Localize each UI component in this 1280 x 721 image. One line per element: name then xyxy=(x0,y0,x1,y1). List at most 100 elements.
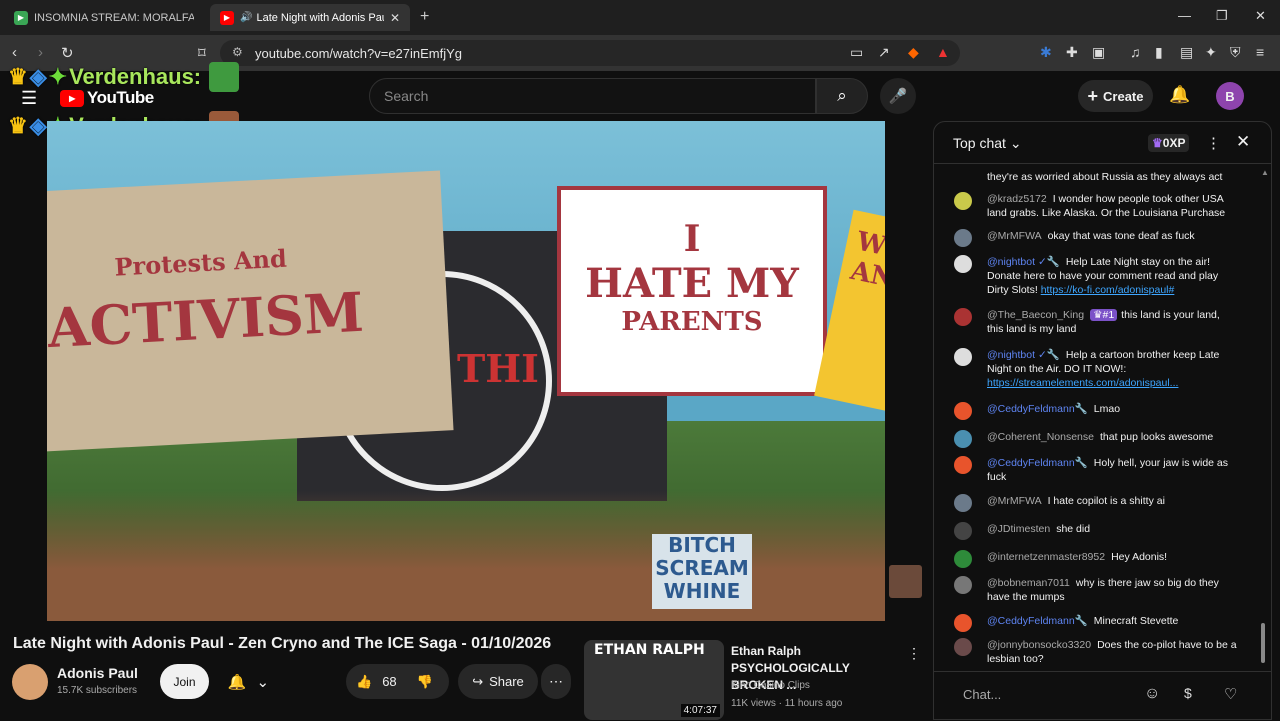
like-icon[interactable]: 👍 xyxy=(356,674,372,690)
extensions-icon[interactable]: ✚ xyxy=(1066,44,1078,61)
super-chat-icon[interactable]: $ xyxy=(1184,685,1192,701)
url-field[interactable]: ⚙ youtube.com/watch?v=e27inEmfjYg xyxy=(220,40,960,66)
search-button[interactable]: ⌕ xyxy=(816,78,868,114)
menu-icon[interactable]: ≡ xyxy=(1256,44,1264,60)
chat-author[interactable]: @JDtimesten xyxy=(987,523,1050,535)
xp-badge[interactable]: ♛0XP xyxy=(1148,134,1190,152)
chat-avatar[interactable] xyxy=(954,522,972,540)
speaker-icon: 🔊 xyxy=(240,12,253,23)
chat-link[interactable]: https://ko-fi.com/adonispaul# xyxy=(1041,284,1175,296)
create-button[interactable]: + Create xyxy=(1078,80,1153,112)
chat-message-text: @The_Baecon_King ♛#1 this land is your lan… xyxy=(987,308,1237,336)
chat-text: Hey Adonis! xyxy=(1111,551,1168,563)
new-tab-button[interactable]: + xyxy=(420,8,429,26)
pepe-emote-icon xyxy=(209,62,240,92)
close-chat-icon[interactable]: ✕ xyxy=(1236,132,1250,152)
chat-menu-icon[interactable]: ⋮ xyxy=(1206,134,1221,152)
account-avatar[interactable]: B xyxy=(1216,82,1244,110)
notifications-icon[interactable]: 🔔 xyxy=(1169,85,1190,105)
dislike-icon[interactable]: 👎 xyxy=(417,674,433,690)
wallet-icon[interactable]: ▤ xyxy=(1180,44,1193,61)
chat-avatar[interactable] xyxy=(954,550,972,568)
chat-author[interactable]: @CeddyFeldmann🔧 xyxy=(987,457,1088,469)
forward-icon[interactable]: › xyxy=(38,44,43,61)
chat-input[interactable]: Chat... xyxy=(963,687,1001,702)
screenshot-icon[interactable]: ▣ xyxy=(1092,44,1105,61)
chat-avatar[interactable] xyxy=(954,229,972,247)
browser-tab-insomnia[interactable]: ▶ INSOMNIA STREAM: MORALFAG ED xyxy=(4,4,204,31)
chat-author[interactable]: @nightbot ✓🔧 xyxy=(987,349,1060,361)
rewards-icon[interactable]: ▲ xyxy=(936,44,950,60)
chat-author[interactable]: @jonnybonsocko3320 xyxy=(987,639,1091,651)
media-icon[interactable]: ♫ xyxy=(1130,44,1141,60)
more-actions-button[interactable]: ⋯ xyxy=(541,664,571,699)
share-button[interactable]: ↪ Share xyxy=(458,664,538,699)
chat-avatar[interactable] xyxy=(954,192,972,210)
vpn-icon[interactable]: ⛨ xyxy=(1230,44,1241,61)
join-button[interactable]: Join xyxy=(160,664,209,699)
duration-badge: 4:07:37 xyxy=(680,704,720,717)
channel-avatar[interactable] xyxy=(12,664,48,700)
search-icon: ⌕ xyxy=(837,86,847,105)
chat-author[interactable]: @The_Baecon_King xyxy=(987,309,1084,321)
chat-header: Top chat ⌄ ♛0XP ⋮ ✕ xyxy=(934,122,1271,164)
browser-tab-youtube[interactable]: ▶ 🔊 Late Night with Adonis Paul - ✕ xyxy=(210,4,410,31)
scroll-thumb[interactable] xyxy=(1261,623,1265,663)
emoji-icon[interactable]: ☺ xyxy=(1144,685,1160,703)
chat-scrollbar[interactable]: ▲ xyxy=(1261,168,1269,668)
reload-icon[interactable]: ↻ xyxy=(61,44,74,62)
leo-icon[interactable]: ✦ xyxy=(1205,44,1217,61)
video-player[interactable]: THI Protests And ACTIVISM I HATE MY PARE… xyxy=(47,121,885,621)
subscription-bell-button[interactable]: 🔔 ⌄ xyxy=(220,664,277,699)
chat-author[interactable]: @CeddyFeldmann🔧 xyxy=(987,615,1088,627)
recommended-menu-icon[interactable]: ⋮ xyxy=(907,645,921,662)
chat-avatar[interactable] xyxy=(954,456,972,474)
chat-avatar[interactable] xyxy=(954,638,972,656)
chat-text: they're as worried about Russia as they … xyxy=(987,171,1223,183)
chat-author[interactable]: @Coherent_Nonsense xyxy=(987,431,1094,443)
sidebar-icon[interactable]: ▮ xyxy=(1155,44,1163,61)
chat-avatar[interactable] xyxy=(954,576,972,594)
chat-text: I hate copilot is a shitty ai xyxy=(1047,495,1165,507)
chat-message-text: @nightbot ✓🔧 Help Late Night stay on the … xyxy=(987,255,1237,297)
chat-avatar[interactable] xyxy=(954,402,972,420)
chat-author[interactable]: @bobneman7011 xyxy=(987,577,1070,589)
chat-author[interactable]: @MrMFWA xyxy=(987,495,1042,507)
site-info-icon[interactable]: ⚙ xyxy=(232,45,243,59)
protest-sign-activism: Protests And ACTIVISM xyxy=(47,170,454,452)
bookmark-icon[interactable]: ⌑ xyxy=(198,44,206,62)
search-input[interactable]: Search xyxy=(369,78,816,114)
share-page-icon[interactable]: ↗ xyxy=(878,44,890,61)
close-window-icon[interactable]: ✕ xyxy=(1255,8,1266,24)
chat-link[interactable]: https://streamelements.com/adonispaul... xyxy=(987,377,1178,389)
minimize-icon[interactable]: — xyxy=(1178,8,1191,23)
chat-mode-selector[interactable]: Top chat ⌄ xyxy=(953,135,1022,152)
back-icon[interactable]: ‹ xyxy=(12,44,17,61)
chat-author[interactable]: @MrMFWA xyxy=(987,230,1042,242)
maximize-icon[interactable]: ❐ xyxy=(1216,8,1228,24)
cast-icon[interactable]: ▭ xyxy=(850,44,863,61)
chat-author[interactable]: @CeddyFeldmann🔧 xyxy=(987,403,1088,415)
recommended-thumbnail[interactable]: ETHAN RALPH 4:07:37 xyxy=(584,640,724,720)
extension-blue-icon[interactable]: ✱ xyxy=(1040,44,1052,61)
recommended-channel[interactable]: Kino Casino Clips xyxy=(731,680,810,691)
chat-author[interactable]: @kradz5172 xyxy=(987,193,1047,205)
protester-hands xyxy=(47,491,885,621)
share-icon: ↪ xyxy=(472,673,484,689)
chat-avatar[interactable] xyxy=(954,255,972,273)
chat-avatar[interactable] xyxy=(954,430,972,448)
chat-avatar[interactable] xyxy=(954,348,972,366)
close-tab-icon[interactable]: ✕ xyxy=(390,11,400,25)
chat-avatar[interactable] xyxy=(954,494,972,512)
voice-search-button[interactable]: 🎤 xyxy=(880,78,916,114)
chat-avatar[interactable] xyxy=(954,614,972,632)
badge-icon: ◈ xyxy=(29,64,47,89)
heart-icon[interactable]: ♡ xyxy=(1224,685,1237,703)
chat-avatar[interactable] xyxy=(954,308,972,326)
chat-author[interactable]: @internetzenmaster8952 xyxy=(987,551,1105,563)
chat-author[interactable]: @nightbot ✓🔧 xyxy=(987,256,1060,268)
chat-text: Minecraft Stevette xyxy=(1093,615,1179,627)
brave-shield-icon[interactable]: ◆ xyxy=(908,44,919,61)
channel-name[interactable]: Adonis Paul xyxy=(57,665,138,681)
scroll-up-icon[interactable]: ▲ xyxy=(1261,168,1269,177)
